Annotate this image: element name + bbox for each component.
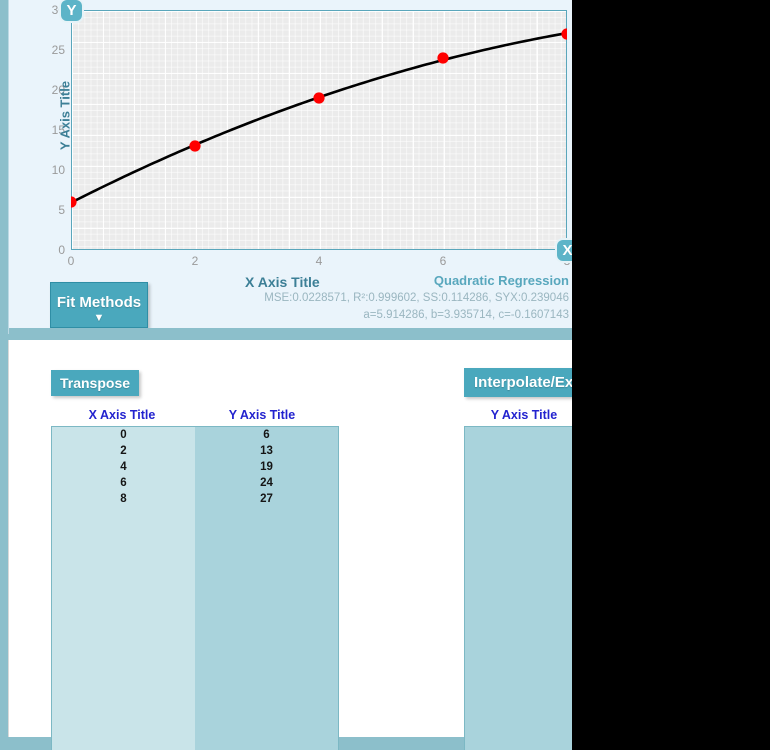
data-point[interactable] [71, 196, 77, 208]
table-cell-x[interactable]: 6 [52, 475, 195, 491]
x-tick-label: 2 [191, 254, 199, 268]
x-axis-badge-icon[interactable]: X [557, 240, 572, 261]
data-point[interactable] [313, 92, 325, 104]
table-cell-y[interactable]: 6 [195, 427, 338, 443]
data-point[interactable] [561, 28, 567, 40]
regression-stats-line2: a=5.914286, b=3.935714, c=-0.1607143 [363, 309, 569, 321]
data-point[interactable] [437, 52, 449, 64]
quadratic-fit-curve [71, 31, 567, 204]
transpose-button[interactable]: Transpose [51, 370, 139, 396]
table-cell-y[interactable]: 24 [195, 475, 338, 491]
y-tick-label: 0 [58, 243, 65, 257]
x-tick-label: 4 [315, 254, 323, 268]
data-panel: Transpose Interpolate/Ext X Axis Title Y… [8, 340, 572, 750]
x-tick-label: 6 [439, 254, 447, 268]
x-axis-ticks: 02468 [67, 254, 571, 272]
table-cell-y[interactable]: 13 [195, 443, 338, 459]
fit-methods-label: Fit Methods [56, 293, 142, 311]
table-cell-x[interactable]: 2 [52, 443, 195, 459]
interpolate-extrapolate-button[interactable]: Interpolate/Ext [464, 368, 572, 397]
data-table[interactable]: 02468 6 13 19 24 27 [51, 426, 339, 750]
regression-stats: Quadratic Regression MSE:0.0228571, R²:0… [239, 272, 569, 324]
plot-svg [71, 28, 567, 208]
y-axis-badge-icon[interactable]: Y [61, 0, 82, 21]
y-tick-label: 5 [58, 203, 65, 217]
app-root: 0 5 10 15 20 25 30 02468 Y X Y Axis Title X Ax… [0, 0, 770, 750]
x-tick-label: 0 [67, 254, 75, 268]
result-table[interactable] [464, 426, 572, 750]
table-cell-x[interactable]: 4 [52, 459, 195, 475]
chart-panel: 0 5 10 15 20 25 30 02468 Y X Y Axis Title X Ax… [8, 0, 572, 334]
data-column-x[interactable]: 02468 [52, 427, 195, 750]
plot-wrapper [71, 10, 567, 250]
y-axis-title[interactable]: Y Axis Title [58, 56, 73, 176]
table-cell-x[interactable]: 8 [52, 491, 195, 507]
fit-methods-button[interactable]: Fit Methods ▼ [50, 282, 148, 328]
table-cell-y[interactable]: 19 [195, 459, 338, 475]
table-cell-y[interactable]: 27 [195, 491, 338, 507]
column-header-x: X Axis Title [88, 408, 156, 422]
chevron-down-icon: ▼ [93, 311, 105, 324]
column-header-result-y: Y Axis Title [490, 408, 558, 422]
data-point[interactable] [189, 140, 201, 152]
regression-stats-line1: MSE:0.0228571, R²:0.999602, SS:0.114286,… [264, 292, 569, 304]
regression-title: Quadratic Regression [433, 273, 569, 288]
column-header-y: Y Axis Title [228, 408, 296, 422]
table-cell-x[interactable]: 0 [52, 427, 195, 443]
data-points-group [71, 28, 567, 208]
visible-app-region: 0 5 10 15 20 25 30 02468 Y X Y Axis Title X Ax… [0, 0, 572, 750]
data-column-y[interactable]: 6 13 19 24 27 [195, 427, 338, 750]
